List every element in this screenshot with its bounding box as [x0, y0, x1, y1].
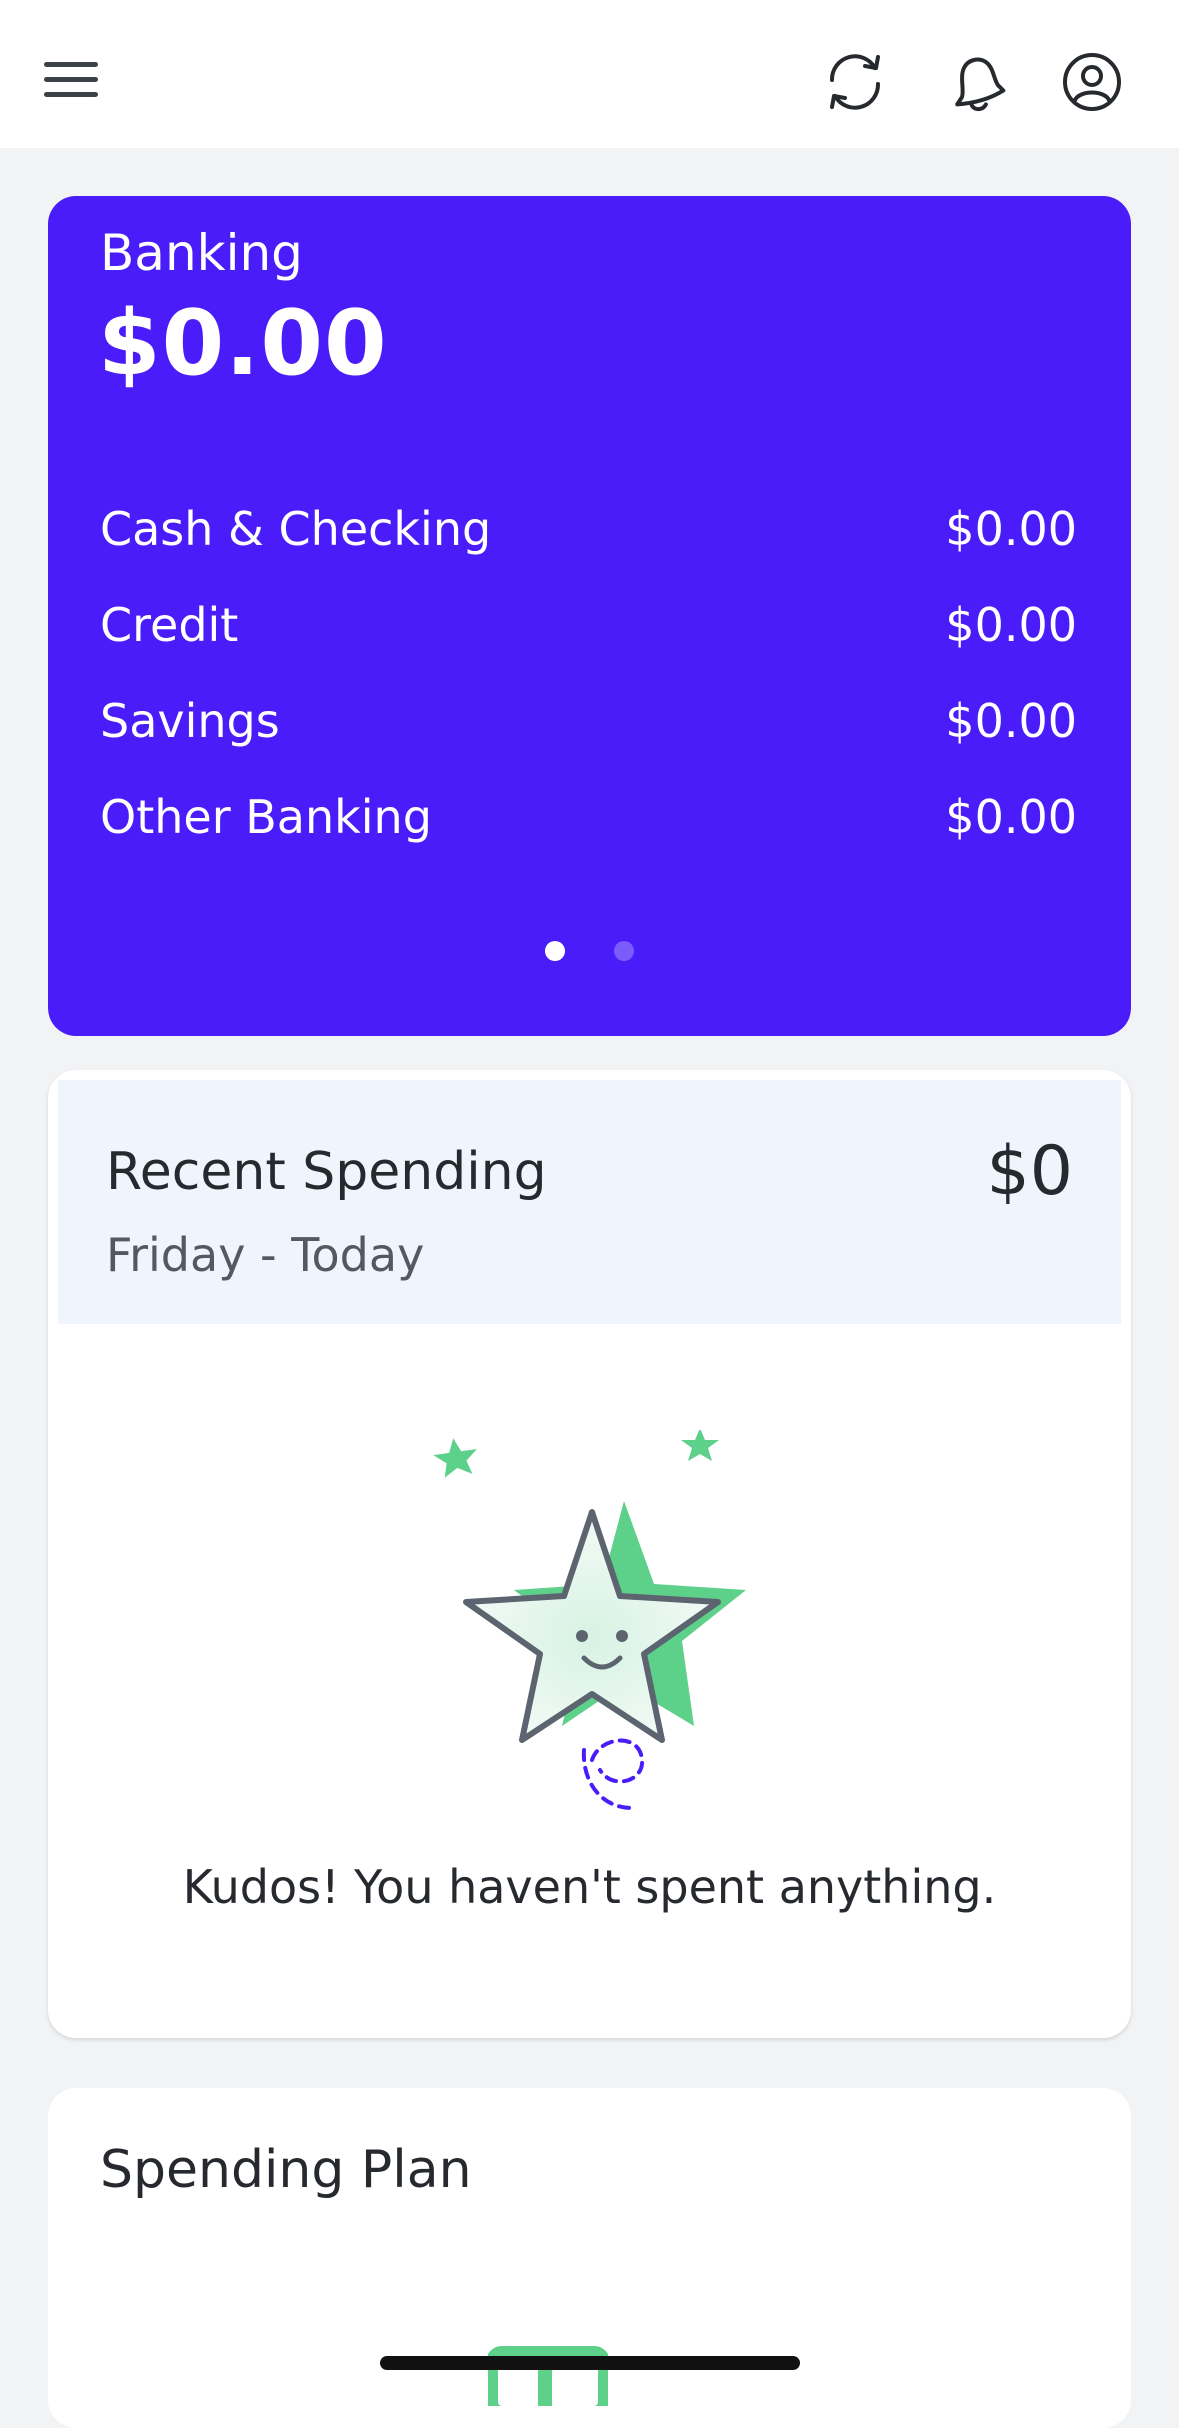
banking-total: $0.00	[98, 291, 388, 396]
user-circle-icon[interactable]	[1060, 50, 1124, 114]
recent-spending-amount: $0	[986, 1132, 1073, 1211]
smiling-star-icon	[433, 1430, 746, 1810]
recent-spending-card[interactable]: Recent Spending Friday - Today $0 Kudos!…	[48, 1070, 1131, 2038]
banking-row-amount: $0.00	[945, 502, 1077, 556]
hamburger-menu-icon[interactable]	[42, 58, 102, 102]
bell-icon[interactable]	[945, 50, 1007, 114]
refresh-icon[interactable]	[820, 50, 890, 114]
banking-title: Banking	[100, 224, 303, 282]
recent-spending-title: Recent Spending	[106, 1142, 547, 1202]
banking-row-amount: $0.00	[945, 598, 1077, 652]
spending-plan-card[interactable]: Spending Plan	[48, 2088, 1131, 2428]
recent-spending-period: Friday - Today	[106, 1228, 425, 1282]
carousel-dot-1[interactable]	[545, 941, 565, 961]
banking-row-amount: $0.00	[945, 694, 1077, 748]
carousel-dot-2[interactable]	[614, 941, 634, 961]
banking-row-label: Savings	[100, 694, 280, 748]
banking-row-other-banking[interactable]: Other Banking $0.00	[100, 790, 1077, 850]
banking-card[interactable]: Banking $0.00 Cash & Checking $0.00 Cred…	[48, 196, 1131, 1036]
banking-row-credit[interactable]: Credit $0.00	[100, 598, 1077, 658]
top-bar	[0, 0, 1179, 148]
banking-row-label: Credit	[100, 598, 239, 652]
banking-row-amount: $0.00	[945, 790, 1077, 844]
banking-row-label: Cash & Checking	[100, 502, 492, 556]
banking-row-cash-checking[interactable]: Cash & Checking $0.00	[100, 502, 1077, 562]
home-indicator	[380, 2356, 800, 2370]
spending-plan-title: Spending Plan	[100, 2140, 472, 2200]
banking-row-label: Other Banking	[100, 790, 432, 844]
banking-row-savings[interactable]: Savings $0.00	[100, 694, 1077, 754]
recent-spending-header: Recent Spending Friday - Today $0	[58, 1080, 1121, 1324]
recent-spending-message: Kudos! You haven't spent anything.	[182, 1860, 997, 1914]
plan-chart-icon	[488, 2346, 608, 2406]
